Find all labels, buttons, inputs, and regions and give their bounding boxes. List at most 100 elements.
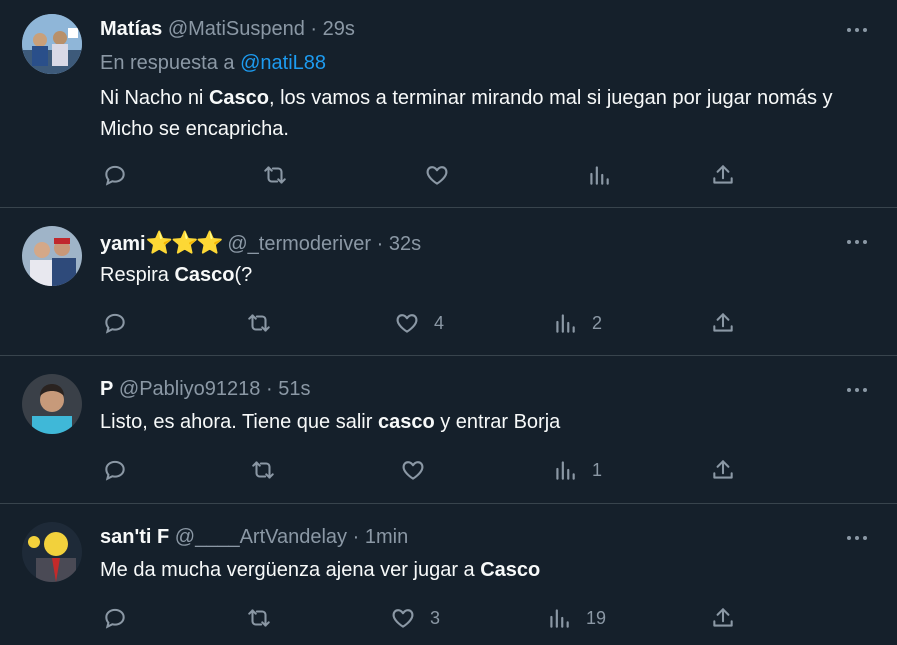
user-handle[interactable]: @____ArtVandelay — [175, 526, 347, 548]
more-icon — [847, 240, 851, 244]
timestamp[interactable]: 32s — [389, 233, 421, 255]
more-options-button[interactable] — [847, 232, 871, 252]
views-icon — [550, 609, 569, 628]
display-name[interactable]: P — [100, 378, 113, 400]
share-button[interactable] — [710, 160, 736, 190]
more-options-button[interactable] — [847, 20, 871, 40]
more-icon — [855, 536, 859, 540]
tweet-text-part: Ni Nacho ni — [100, 87, 209, 109]
like-button[interactable]: 4 — [394, 308, 444, 338]
reply-icon — [105, 460, 125, 481]
share-button[interactable] — [710, 455, 736, 485]
like-button[interactable]: 3 — [390, 603, 440, 633]
more-icon — [847, 388, 851, 392]
tweet-text-part: Me da mucha vergüenza ajena ver jugar a — [100, 559, 481, 581]
tweet[interactable]: san'ti F @____ArtVandelay · 1min Me da m… — [0, 504, 897, 645]
user-handle[interactable]: @_termoderiver — [227, 233, 371, 255]
separator-dot: · — [310, 18, 318, 40]
tweet[interactable]: P @Pabliyo91218 · 51s Listo, es ahora. T… — [0, 356, 897, 504]
tweet-text-part: y entrar Borja — [434, 411, 561, 433]
share-icon — [713, 313, 733, 332]
name-stars: ⭐⭐⭐ — [145, 230, 224, 255]
tweet-text-part: Listo, es ahora. Tiene que salir — [100, 411, 378, 433]
tweet-text: Me da mucha vergüenza ajena ver jugar a … — [100, 555, 860, 586]
tweet-actions — [100, 160, 750, 190]
tweet-header: san'ti F @____ArtVandelay · 1min — [100, 526, 408, 549]
tweet-actions: 4 2 — [100, 308, 750, 338]
user-handle[interactable]: @MatiSuspend — [168, 18, 305, 40]
more-icon — [863, 240, 867, 244]
tweet-text-highlight: Casco — [174, 264, 235, 286]
tweet[interactable]: Matías @MatiSuspend · 29s En respuesta a… — [0, 0, 897, 208]
more-options-button[interactable] — [847, 380, 871, 400]
timestamp[interactable]: 29s — [323, 18, 355, 40]
like-button[interactable] — [400, 455, 440, 485]
more-icon — [855, 28, 859, 32]
like-count: 3 — [430, 607, 441, 628]
views-count: 1 — [592, 459, 603, 480]
retweet-icon — [252, 461, 274, 479]
reply-button[interactable] — [102, 455, 128, 485]
more-icon — [863, 536, 867, 540]
tweet-text: Respira Casco(? — [100, 260, 860, 291]
share-icon — [713, 165, 733, 184]
display-name[interactable]: san'ti F — [100, 526, 169, 548]
heart-icon — [426, 166, 448, 185]
avatar[interactable] — [22, 226, 82, 286]
retweet-icon — [248, 609, 270, 627]
more-icon — [847, 28, 851, 32]
views-button[interactable]: 19 — [546, 603, 606, 633]
tweet-header: Matías @MatiSuspend · 29s — [100, 18, 355, 41]
more-options-button[interactable] — [847, 528, 871, 548]
like-button[interactable] — [424, 160, 464, 190]
tweet-text-highlight: Casco — [480, 559, 541, 581]
user-handle[interactable]: @Pabliyo91218 — [119, 378, 261, 400]
tweet-actions: 3 19 — [100, 603, 750, 633]
retweet-button[interactable] — [250, 455, 276, 485]
retweet-button[interactable] — [246, 603, 272, 633]
tweet-text-part: (? — [234, 264, 253, 286]
tweet-text-highlight: Casco — [208, 87, 269, 109]
tweet-actions: 1 — [100, 455, 750, 485]
separator-dot: · — [376, 233, 384, 255]
views-icon — [556, 461, 575, 480]
avatar[interactable] — [22, 522, 82, 582]
avatar[interactable] — [22, 14, 82, 74]
heart-icon — [396, 314, 418, 333]
timestamp[interactable]: 51s — [278, 378, 310, 400]
like-count: 4 — [434, 312, 445, 333]
views-button[interactable] — [586, 160, 626, 190]
retweet-button[interactable] — [262, 160, 288, 190]
views-count: 2 — [592, 312, 603, 333]
views-icon — [590, 166, 609, 185]
retweet-button[interactable] — [246, 308, 272, 338]
display-name[interactable]: yami — [100, 233, 146, 255]
tweet-header: yami⭐⭐⭐ @_termoderiver · 32s — [100, 230, 421, 256]
more-icon — [855, 388, 859, 392]
share-icon — [713, 608, 733, 627]
tweet-text: Ni Nacho ni Casco, los vamos a terminar … — [100, 83, 860, 145]
display-name[interactable]: Matías — [100, 18, 162, 40]
reply-prefix: En respuesta a — [100, 52, 235, 74]
tweet[interactable]: yami⭐⭐⭐ @_termoderiver · 32s Respira Cas… — [0, 208, 897, 356]
retweet-icon — [248, 314, 270, 332]
timestamp[interactable]: 1min — [365, 526, 408, 548]
reply-button[interactable] — [102, 603, 128, 633]
reply-context: En respuesta a @natiL88 — [100, 52, 326, 75]
reply-button[interactable] — [102, 308, 128, 338]
retweet-icon — [264, 166, 286, 184]
reply-button[interactable] — [102, 160, 128, 190]
avatar[interactable] — [22, 374, 82, 434]
reply-icon — [105, 608, 125, 629]
share-button[interactable] — [710, 603, 736, 633]
reply-icon — [105, 165, 125, 186]
views-button[interactable]: 1 — [552, 455, 602, 485]
views-button[interactable]: 2 — [552, 308, 602, 338]
views-icon — [556, 314, 575, 333]
tweet-text: Listo, es ahora. Tiene que salir casco y… — [100, 407, 860, 438]
tweet-text-part: Respira — [100, 264, 175, 286]
share-button[interactable] — [710, 308, 736, 338]
reply-to-link[interactable]: @natiL88 — [240, 52, 326, 74]
separator-dot: · — [265, 378, 273, 400]
share-icon — [713, 460, 733, 479]
